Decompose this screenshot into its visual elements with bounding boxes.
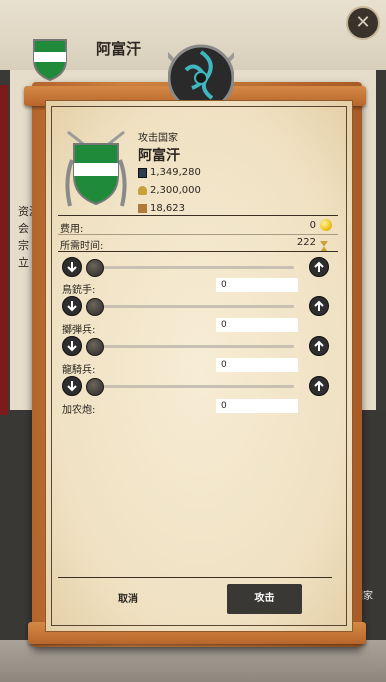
dialog-subtitle: 攻击国家	[138, 133, 178, 144]
cancel-button[interactable]: 取消	[90, 587, 166, 613]
stat-money-value: 1,349,280	[150, 167, 201, 178]
increase-button[interactable]	[309, 257, 329, 277]
arrow-up-icon	[314, 340, 324, 351]
unit-quantity-input[interactable]: 0	[216, 399, 298, 413]
background-crest-icon	[30, 36, 70, 82]
coin-icon	[320, 219, 332, 231]
cost-label: 费用:	[60, 224, 84, 235]
cost-value: 0	[309, 220, 316, 231]
unit-slider[interactable]	[86, 345, 294, 348]
unit-quantity-input[interactable]: 0	[216, 278, 298, 292]
unit-quantity-input[interactable]: 0	[216, 318, 298, 332]
country-crest-icon	[62, 130, 130, 212]
arrow-down-icon	[67, 381, 77, 392]
stat-army: 18,623	[138, 203, 185, 214]
cost-divider	[58, 234, 338, 235]
background-side-text: 立	[18, 256, 29, 269]
decrease-button[interactable]	[62, 336, 82, 356]
slider-knob[interactable]	[86, 338, 104, 356]
stat-army-value: 18,623	[150, 203, 185, 214]
footer-divider	[58, 577, 332, 578]
background-side-strip	[0, 85, 8, 415]
arrow-up-icon	[314, 261, 324, 272]
decrease-button[interactable]	[62, 296, 82, 316]
slider-knob[interactable]	[86, 298, 104, 316]
unit-label: 龍騎兵:	[62, 365, 96, 376]
header-divider	[58, 215, 338, 216]
arrow-down-icon	[67, 341, 77, 352]
units-divider	[58, 251, 338, 252]
decrease-button[interactable]	[62, 376, 82, 396]
arrow-down-icon	[67, 262, 77, 273]
close-button[interactable]: ✕	[346, 6, 380, 40]
unit-label: 擲弾兵:	[62, 325, 96, 336]
stat-money: 1,349,280	[138, 167, 201, 178]
close-icon: ✕	[355, 12, 371, 33]
unit-label: 加农炮:	[62, 405, 96, 416]
unit-label: 鳥銃手:	[62, 285, 96, 296]
stat-population-value: 2,300,000	[150, 185, 201, 196]
arrow-down-icon	[67, 301, 77, 312]
unit-quantity-input[interactable]: 0	[216, 358, 298, 372]
army-icon	[138, 204, 147, 213]
unit-slider[interactable]	[86, 266, 294, 269]
attack-button[interactable]: 攻击	[227, 584, 302, 614]
country-name: 阿富汗	[138, 148, 180, 164]
slider-knob[interactable]	[86, 378, 104, 396]
increase-button[interactable]	[309, 336, 329, 356]
unit-slider[interactable]	[86, 305, 294, 308]
population-icon	[138, 186, 147, 195]
increase-button[interactable]	[309, 296, 329, 316]
background-side-text: 宗	[18, 239, 29, 252]
time-label: 所需时间:	[60, 241, 104, 252]
arrow-up-icon	[314, 300, 324, 311]
hourglass-icon	[320, 237, 328, 252]
slider-knob[interactable]	[86, 259, 104, 277]
stat-population: 2,300,000	[138, 185, 201, 196]
background-title: 阿富汗	[96, 40, 142, 58]
arrow-up-icon	[314, 380, 324, 391]
increase-button[interactable]	[309, 376, 329, 396]
background-side-text: 会	[18, 222, 29, 235]
decrease-button[interactable]	[62, 257, 82, 277]
time-value: 222	[296, 237, 316, 248]
money-icon	[138, 167, 147, 178]
unit-slider[interactable]	[86, 385, 294, 388]
